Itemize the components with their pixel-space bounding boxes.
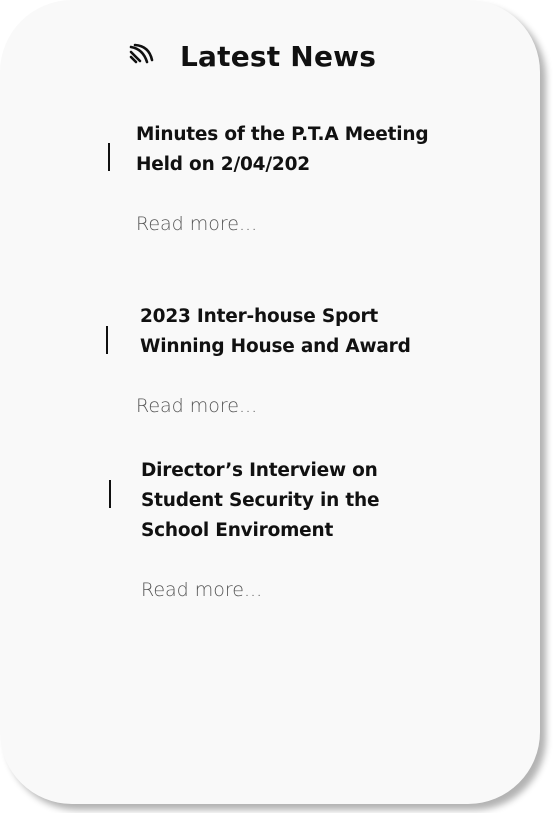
news-feed-icon	[128, 43, 154, 69]
news-title-line: Winning House and Award	[140, 336, 411, 357]
read-more-link[interactable]: Read more...	[141, 579, 262, 601]
news-title-line: School Enviroment	[141, 520, 334, 541]
news-item-marker	[109, 480, 111, 508]
news-item-title[interactable]: 2023 Inter-house Sport Winning House and…	[140, 302, 411, 362]
news-item-marker	[108, 143, 110, 171]
news-title-line: Minutes of the P.T.A Meeting	[136, 124, 429, 145]
news-title-line: 2023 Inter-house Sport	[140, 306, 379, 327]
read-more-link[interactable]: Read more...	[136, 395, 257, 417]
news-title-line: Director’s Interview on	[141, 460, 378, 481]
news-title-line: Student Security in the	[141, 490, 380, 511]
read-more-link[interactable]: Read more...	[136, 213, 257, 235]
news-item-title[interactable]: Minutes of the P.T.A Meeting Held on 2/0…	[136, 120, 429, 180]
news-header: Latest News	[128, 36, 376, 76]
news-card: Latest News Minutes of the P.T.A Meeting…	[0, 0, 540, 804]
news-item-title[interactable]: Director’s Interview on Student Security…	[141, 456, 380, 546]
section-title: Latest News	[180, 39, 377, 73]
news-item-marker	[106, 326, 108, 354]
news-title-line: Held on 2/04/202	[136, 154, 310, 175]
